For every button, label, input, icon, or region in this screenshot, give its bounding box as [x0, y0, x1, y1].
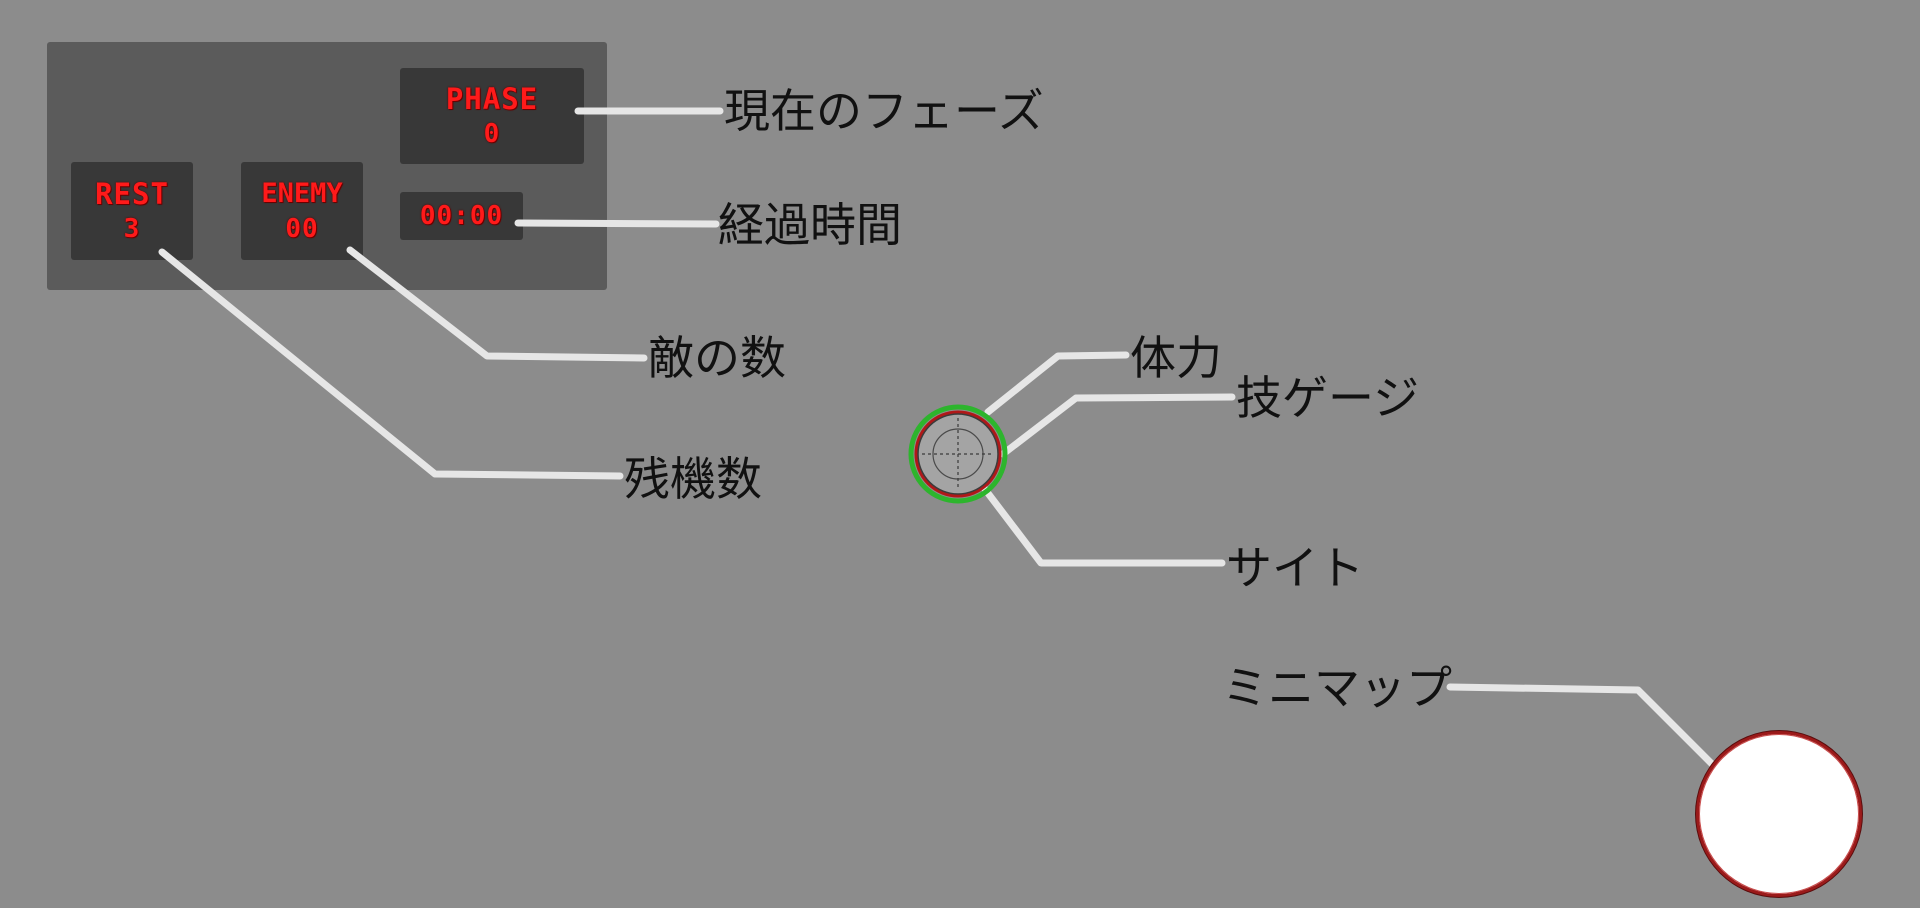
- crosshair-reticle: [908, 404, 1008, 504]
- callout-minimap: ミニマップ: [1222, 661, 1452, 715]
- leader-line-hp: [984, 351, 1130, 416]
- callout-enemy-count: 敵の数: [648, 331, 786, 385]
- leader-line-enemy: [346, 246, 648, 362]
- leader-line-minimap: [1446, 683, 1718, 770]
- callout-skill-gauge: 技ゲージ: [1236, 371, 1420, 425]
- callout-elapsed-time: 経過時間: [718, 198, 902, 252]
- leader-line-time: [514, 219, 720, 228]
- leader-line-skill: [999, 393, 1236, 458]
- callout-health: 体力: [1130, 331, 1222, 385]
- callout-sight: サイト: [1226, 541, 1364, 595]
- callout-remaining-lives: 残機数: [624, 452, 762, 506]
- minimap: [1696, 731, 1862, 897]
- callout-phase: 現在のフェーズ: [724, 84, 1044, 138]
